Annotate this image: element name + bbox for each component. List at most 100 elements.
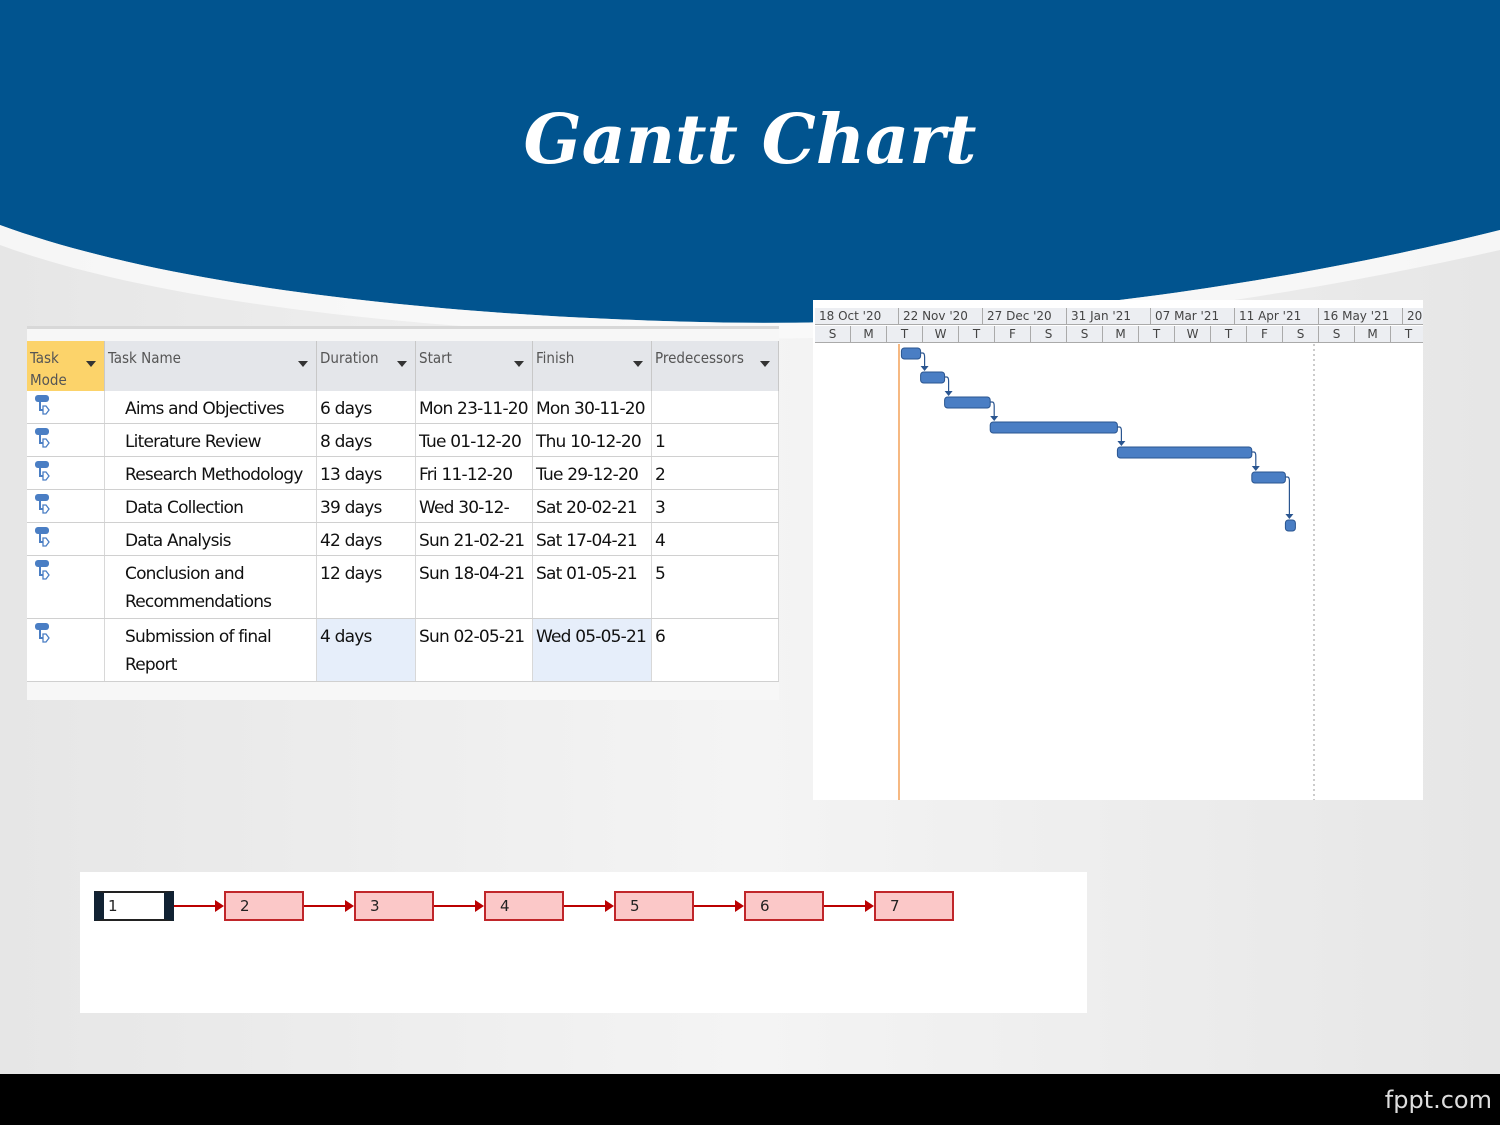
dropdown-icon[interactable] (760, 361, 770, 367)
start-date-cell[interactable]: Sun 21-02-21 (416, 523, 533, 555)
task-bar-3 (944, 396, 991, 409)
dependency-arrow-icon (944, 391, 953, 396)
predecessors-cell[interactable]: 4 (652, 523, 779, 555)
dropdown-icon[interactable] (298, 361, 308, 367)
task-mode-cell[interactable] (27, 490, 105, 522)
dropdown-icon[interactable] (86, 361, 96, 367)
task-mode-cell[interactable] (27, 457, 105, 489)
dependency-arrow-icon (1251, 466, 1260, 471)
finish-date-cell[interactable]: Tue 29-12-20 (533, 457, 652, 489)
dependency-arrow-icon (1285, 514, 1294, 519)
task-name-cell[interactable]: Research Methodology (105, 457, 317, 489)
auto-scheduled-icon (35, 428, 50, 448)
table-row[interactable]: Data Collection39 daysWed 30-12-20Sat 20… (27, 490, 779, 523)
task-name-cell[interactable]: Literature Review (105, 424, 317, 456)
network-diagram: 1 2 3 4 5 6 7 (80, 872, 1087, 1013)
network-node[interactable]: 3 (354, 891, 434, 921)
task-mode-cell[interactable] (27, 391, 105, 423)
finish-date-cell[interactable]: Sat 01-05-21 (533, 556, 652, 618)
slide-title: Gantt Chart (523, 100, 977, 180)
col-header-task-name[interactable]: Task Name (105, 341, 317, 391)
table-row[interactable]: Research Methodology 13 days Fri 11-12-20 T… (27, 457, 779, 490)
duration-cell[interactable]: 12 days (317, 556, 416, 618)
task-bar-5 (1116, 446, 1253, 459)
col-header-finish[interactable]: Finish (533, 341, 652, 391)
finish-date-cell[interactable]: Wed 05-05-21 (533, 619, 652, 681)
task-mode-cell[interactable] (27, 619, 105, 681)
gantt-bars (898, 344, 1315, 800)
dependency-arrow-icon (990, 416, 999, 421)
network-link-arrow (694, 900, 744, 912)
col-header-predecessors[interactable]: Predecessors (652, 341, 779, 391)
network-node[interactable]: 1 (94, 891, 174, 921)
network-node[interactable]: 5 (614, 891, 694, 921)
table-row[interactable]: Conclusion and Recommendations 12 days Sun… (27, 556, 779, 619)
start-date-cell[interactable]: Fri 11-12-20 (416, 457, 533, 489)
task-name-cell[interactable]: Submission of final Report (105, 619, 317, 681)
finish-date-cell[interactable]: Sat 17-04-21 (533, 523, 652, 555)
header-label: Task Name (108, 349, 181, 367)
task-name-cell[interactable]: Aims and Objectives (105, 391, 317, 423)
col-header-duration[interactable]: Duration (317, 341, 416, 391)
predecessors-cell[interactable]: 5 (652, 556, 779, 618)
duration-cell[interactable]: 13 days (317, 457, 416, 489)
duration-cell[interactable]: 6 days (317, 391, 416, 423)
task-name-cell[interactable]: Conclusion and Recommendations (105, 556, 317, 618)
network-link-arrow (564, 900, 614, 912)
duration-cell[interactable]: 8 days (317, 424, 416, 456)
predecessors-cell[interactable]: 3 (652, 490, 779, 522)
finish-date-cell[interactable]: Thu 10-12-20 (533, 424, 652, 456)
task-bar-4 (989, 421, 1118, 434)
network-node[interactable]: 6 (744, 891, 824, 921)
duration-cell[interactable]: 4 days (317, 619, 416, 681)
dependency-link (944, 376, 950, 392)
dropdown-icon[interactable] (633, 361, 643, 367)
dropdown-icon[interactable] (397, 361, 407, 367)
start-date-cell[interactable]: Sun 02-05-21 (416, 619, 533, 681)
brand-logo: fppt.com (1384, 1086, 1492, 1114)
finish-date-cell[interactable]: Mon 30-11-20 (533, 391, 652, 423)
dependency-arrow-icon (1117, 441, 1126, 446)
predecessors-cell[interactable]: 6 (652, 619, 779, 681)
header-label: Task Mode (30, 349, 67, 389)
network-link-arrow (434, 900, 484, 912)
table-row[interactable]: Data Analysis 42 days Sun 21-02-21 Sat 17-0… (27, 523, 779, 556)
auto-scheduled-icon (35, 623, 50, 643)
network-link-arrow (174, 900, 224, 912)
network-node[interactable]: 7 (874, 891, 954, 921)
task-table: Task Mode Task Name Duration Start Finis… (27, 326, 779, 700)
auto-scheduled-icon (35, 461, 50, 481)
duration-cell[interactable]: 42 days (317, 523, 416, 555)
table-row[interactable]: Submission of final Report 4 days Sun 02-0… (27, 619, 779, 682)
dropdown-icon[interactable] (514, 361, 524, 367)
network-link-arrow (824, 900, 874, 912)
task-name-cell[interactable]: Data Collection (105, 490, 317, 522)
table-row[interactable]: Literature Review 8 days Tue 01-12-20 Thu 1… (27, 424, 779, 457)
gantt-chart: 18 Oct '20 22 Nov '20 27 Dec '20 31 Jan '21… (813, 300, 1423, 800)
network-node[interactable]: 2 (224, 891, 304, 921)
predecessors-cell[interactable] (652, 391, 779, 423)
start-date-cell[interactable]: Mon 23-11-20 (416, 391, 533, 423)
finish-date-cell[interactable]: Sat 20-02-21 (533, 490, 652, 522)
start-date-cell[interactable]: Tue 01-12-20 (416, 424, 533, 456)
dependency-link (1117, 426, 1122, 442)
col-header-start[interactable]: Start (416, 341, 533, 391)
task-bar-1 (900, 347, 922, 360)
auto-scheduled-icon (35, 527, 50, 547)
table-row[interactable]: Aims and Objectives 6 days Mon 23-11-20 Mon… (27, 391, 779, 424)
network-node[interactable]: 4 (484, 891, 564, 921)
col-header-task-mode[interactable]: Task Mode (27, 341, 105, 391)
start-date-cell[interactable]: Wed 30-12-20 (416, 490, 533, 522)
header-label: Predecessors (655, 349, 744, 367)
start-date-cell[interactable]: Sun 18-04-21 (416, 556, 533, 618)
header-label: Duration (320, 349, 379, 367)
header-label: Finish (536, 349, 575, 367)
predecessors-cell[interactable]: 2 (652, 457, 779, 489)
duration-cell[interactable]: 39 days (317, 490, 416, 522)
task-mode-cell[interactable] (27, 523, 105, 555)
task-name-cell[interactable]: Data Analysis (105, 523, 317, 555)
network-link-arrow (304, 900, 354, 912)
predecessors-cell[interactable]: 1 (652, 424, 779, 456)
task-mode-cell[interactable] (27, 556, 105, 618)
task-mode-cell[interactable] (27, 424, 105, 456)
